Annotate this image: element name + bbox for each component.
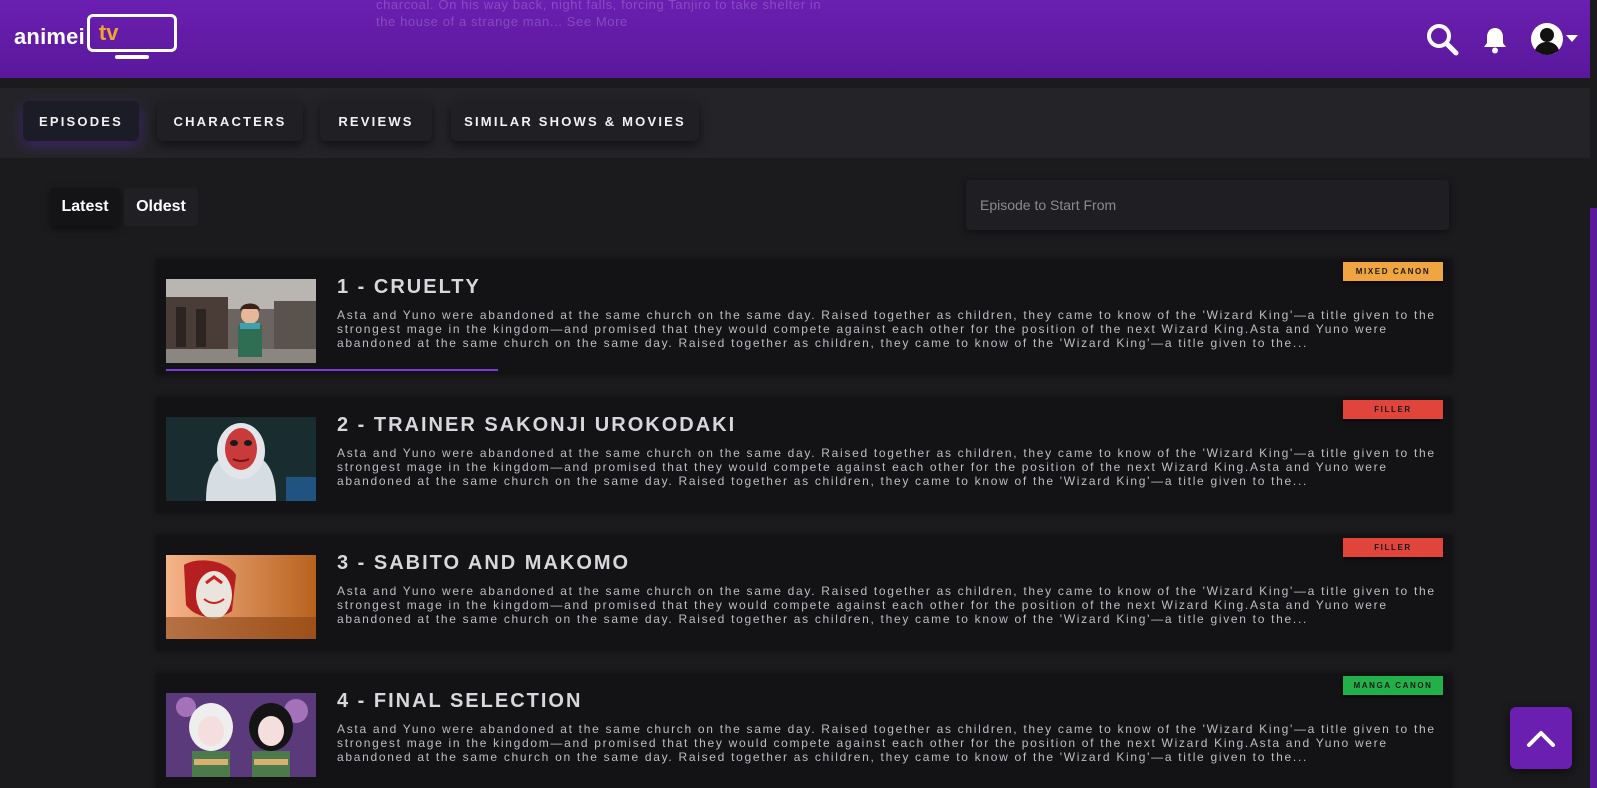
episode-card[interactable]: 4 - FINAL SELECTION Asta and Yuno were a… <box>156 673 1452 788</box>
episode-type-badge: MIXED CANON <box>1343 262 1443 281</box>
sort-latest-button[interactable]: Latest <box>50 188 120 226</box>
episode-description: Asta and Yuno were abandoned at the same… <box>337 446 1436 488</box>
episode-card[interactable]: 1 - CRUELTY Asta and Yuno were abandoned… <box>156 259 1452 375</box>
app-logo[interactable]: animei tv <box>14 14 177 60</box>
header-bleed-text: charcoal. On his way back, night falls, … <box>376 0 822 29</box>
watch-progress-bar <box>166 369 498 371</box>
tab-reviews[interactable]: REVIEWS <box>320 101 432 141</box>
scroll-to-top-button[interactable] <box>1510 707 1572 769</box>
search-icon[interactable] <box>1425 22 1459 56</box>
episode-type-badge: MANGA CANON <box>1343 676 1443 695</box>
chevron-down-icon[interactable] <box>1566 35 1578 43</box>
episode-thumbnail[interactable] <box>166 555 316 639</box>
scroll-strip <box>1590 208 1597 788</box>
episode-card[interactable]: 2 - TRAINER SAKONJI UROKODAKI Asta and Y… <box>156 397 1452 513</box>
sort-oldest-button[interactable]: Oldest <box>124 188 198 226</box>
episode-start-input[interactable] <box>966 180 1449 230</box>
logo-tv-icon: tv <box>86 14 177 60</box>
episode-title: 1 - CRUELTY <box>337 276 481 298</box>
episode-description: Asta and Yuno were abandoned at the same… <box>337 584 1436 626</box>
episode-thumbnail[interactable] <box>166 279 316 363</box>
logo-wordmark: animei <box>14 24 85 49</box>
tab-episodes[interactable]: EPISODES <box>23 101 139 141</box>
bell-icon[interactable] <box>1482 26 1508 54</box>
episode-title: 4 - FINAL SELECTION <box>337 690 583 712</box>
episode-type-badge: FILLER <box>1343 400 1443 419</box>
avatar-icon[interactable] <box>1530 22 1564 56</box>
tab-characters[interactable]: CHARACTERS <box>157 101 303 141</box>
episode-thumbnail[interactable] <box>166 417 316 501</box>
episode-card[interactable]: 3 - SABITO AND MAKOMO Asta and Yuno were… <box>156 535 1452 651</box>
episode-thumbnail[interactable] <box>166 693 316 777</box>
episode-description: Asta and Yuno were abandoned at the same… <box>337 308 1436 350</box>
episode-title: 3 - SABITO AND MAKOMO <box>337 552 631 574</box>
top-header: charcoal. On his way back, night falls, … <box>0 0 1590 78</box>
tab-similar-shows[interactable]: SIMILAR SHOWS & MOVIES <box>451 101 699 141</box>
episode-description: Asta and Yuno were abandoned at the same… <box>337 722 1436 764</box>
chevron-up-icon <box>1527 731 1555 747</box>
tabs-bar: EPISODES CHARACTERS REVIEWS SIMILAR SHOW… <box>0 88 1590 158</box>
logo-tv-text: tv <box>98 20 119 45</box>
episode-type-badge: FILLER <box>1343 538 1443 557</box>
episode-title: 2 - TRAINER SAKONJI UROKODAKI <box>337 414 737 436</box>
